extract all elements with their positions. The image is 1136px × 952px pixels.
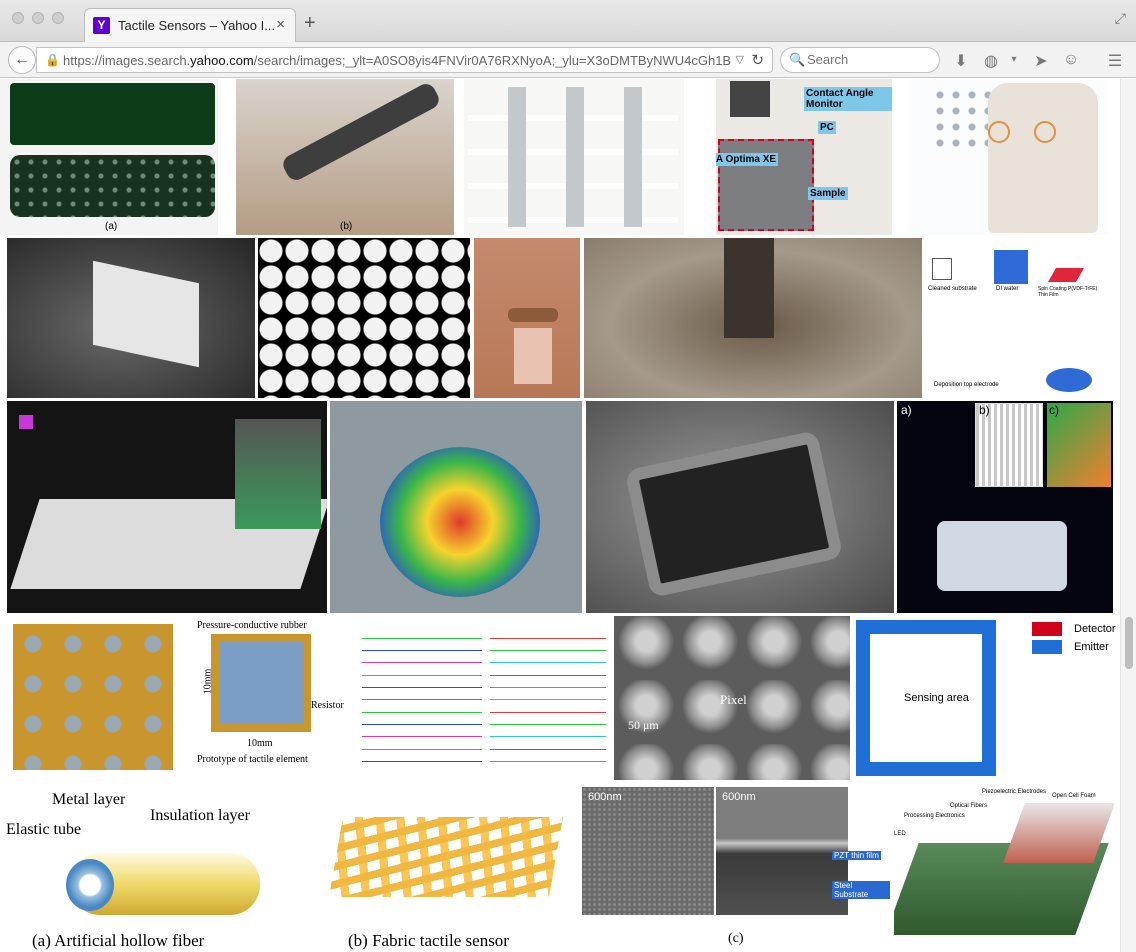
legend-detector-label: Detector [1074,623,1116,635]
title-bar: Y Tactile Sensors – Yahoo I... × + ⤢ [0,0,1136,42]
url-dropdown-icon[interactable]: ▽ [736,53,744,66]
yahoo-favicon-icon: Y [93,17,110,34]
thumb-label: Processing Electronics [904,813,965,819]
thumb-label: Sample [808,187,848,200]
thumb-label: Optical Fibers [950,803,988,809]
image-result[interactable] [7,401,327,613]
thumb-label: (c) [728,931,744,946]
thumb-label: Contact Angle Monitor [804,87,892,111]
thumb-label: DI water [996,286,1019,292]
image-result[interactable]: Detector Emitter Sensing area [854,616,1116,780]
image-result[interactable]: Contact Angle Monitor PC VCA Optima XE S… [716,79,892,235]
search-icon: 🔍 [789,52,806,67]
thumb-label: (a) Artificial hollow fiber [32,931,205,950]
image-result[interactable]: Pixel 50 μm [614,616,850,780]
thumb-label: Insulation layer [150,807,250,824]
tab-close-icon[interactable]: × [276,16,285,33]
image-result[interactable] [474,238,580,398]
thumb-label: Steel Substrate [832,881,890,899]
thumb-label: Pressure-conductive rubber [197,620,307,631]
browser-tab[interactable]: Y Tactile Sensors – Yahoo I... × [84,8,296,42]
reload-icon[interactable]: ↻ [751,51,764,69]
thumb-label: Deposition top electrode [934,382,999,388]
new-tab-button[interactable]: + [304,13,316,33]
thumb-label: c) [1049,403,1059,417]
fullscreen-icon[interactable]: ⤢ [1115,10,1126,27]
image-result[interactable]: 600nm 600nm PZT thin film Steel Substrat… [580,787,890,952]
thumb-label: 10mm [202,668,214,695]
thumb-label: PC [818,121,836,134]
download-icon[interactable]: ⬇ [950,51,972,71]
thumb-label: Elastic tube [6,821,82,838]
image-result[interactable] [258,238,470,398]
thumb-label: Open Cell Foam [1052,793,1096,799]
legend-detector-swatch [1032,622,1062,636]
url-bar[interactable]: 🔒 https://images.search.yahoo.com/search… [36,47,773,73]
thumb-label: Piezoelectric Electrodes [982,789,1047,795]
thumb-label: 600nm [588,791,622,803]
thumb-label: a) [901,403,912,417]
thumb-label: (b) Fabric tactile sensor [348,931,509,950]
image-result[interactable]: (a) [0,79,218,235]
image-result[interactable] [586,401,894,613]
image-result[interactable]: Cleaned substrate DI water Spin Coating … [926,238,1112,398]
image-result[interactable]: (b) [236,79,454,235]
thumb-label: PZT thin film [832,851,881,860]
image-result[interactable] [908,79,1108,235]
back-icon[interactable]: ← [8,46,36,74]
image-result[interactable]: a) b) c) [897,401,1113,613]
thumb-label: 10mm [247,738,273,749]
image-results-grid: (a) (b) Contact Angle Monitor PC VCA Opt… [0,79,1120,952]
thumb-label: Spin Coating P(VDF-TrFE) Thin Film [1038,286,1098,298]
thumb-label: (a) [105,221,118,232]
image-result[interactable]: Piezoelectric Electrodes Open Cell Foam … [894,783,1114,952]
globe-dropdown-icon[interactable]: ▾ [1003,54,1025,65]
sensing-area-label: Sensing area [904,692,969,704]
image-result[interactable]: Metal layer Elastic tube Insulation laye… [0,783,318,952]
image-result[interactable] [7,238,255,398]
image-result[interactable] [584,238,922,398]
thumb-label: Cleaned substrate [928,286,977,292]
globe-icon[interactable]: ◍ [980,51,1002,71]
chat-icon[interactable]: ☺ [1060,51,1082,69]
zoom-window-button[interactable] [52,12,64,24]
thumb-label: b) [979,403,990,417]
thumb-label: VCA Optima XE [716,153,779,166]
image-result[interactable] [464,79,684,235]
tab-title: Tactile Sensors – Yahoo I... [118,18,276,33]
send-icon[interactable]: ➤ [1030,51,1052,71]
search-input[interactable] [807,52,933,67]
thumb-label: Resistor [311,700,344,711]
lock-icon: 🔒 [45,53,60,67]
thumb-label: Prototype of tactile element [197,754,308,765]
minimize-window-button[interactable] [32,12,44,24]
thumb-label: 50 μm [628,718,659,732]
image-result[interactable] [356,616,612,772]
vertical-scrollbar[interactable] [1120,79,1136,952]
image-result[interactable] [330,401,582,613]
thumb-label: LED [894,831,906,837]
close-window-button[interactable] [12,12,24,24]
legend-emitter-swatch [1032,640,1062,654]
legend-emitter-label: Emitter [1074,641,1109,653]
thumb-label: (b) [340,221,353,232]
url-text[interactable]: https://images.search.yahoo.com/search/i… [63,53,733,68]
thumb-label: Pixel [720,692,747,707]
image-result[interactable]: (b) Fabric tactile sensor [318,783,578,952]
menu-icon[interactable]: ☰ [1104,51,1126,71]
image-result[interactable]: Pressure-conductive rubber 10mm Resistor… [7,616,351,772]
thumb-label: 600nm [722,791,756,803]
navigation-bar: 🔒 https://images.search.yahoo.com/search… [0,42,1136,78]
scrollbar-thumb[interactable] [1125,617,1133,669]
search-box[interactable]: 🔍 [780,47,940,73]
thumb-label: Metal layer [52,791,126,808]
